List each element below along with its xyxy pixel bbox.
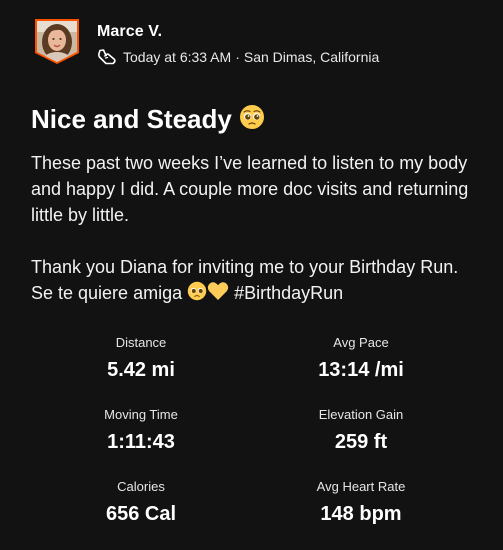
- athlete-name[interactable]: Marce V.: [97, 22, 379, 42]
- stat-value: 5.42 mi: [107, 359, 175, 381]
- stat-label: Distance: [115, 335, 167, 350]
- avatar-image: [35, 19, 79, 64]
- stat-distance: Distance 5.42 mi: [41, 335, 241, 382]
- activity-meta: Today at 6:33 AM · San Dimas, California: [97, 48, 379, 66]
- stat-label: Avg Heart Rate: [316, 479, 406, 494]
- activity-title[interactable]: Nice and Steady: [31, 102, 265, 138]
- stat-value: 13:14 /mi: [318, 359, 404, 381]
- meta-separator: ·: [235, 49, 240, 65]
- stat-label: Calories: [117, 479, 165, 494]
- running-shoe-icon: [97, 48, 117, 66]
- pleading-face-icon: [239, 104, 265, 138]
- description-paragraph: These past two weeks I’ve learned to lis…: [31, 153, 469, 225]
- stat-value: 148 bpm: [320, 503, 402, 525]
- avatar[interactable]: [34, 18, 80, 64]
- stat-avg-pace: Avg Pace 13:14 /mi: [261, 335, 461, 382]
- stat-value: 656 Cal: [105, 503, 177, 525]
- activity-location: San Dimas, California: [243, 49, 380, 65]
- stat-elevation-gain: Elevation Gain 259 ft: [261, 407, 461, 454]
- activity-header: Marce V. Today at 6:33 AM · San Dimas, C…: [34, 18, 379, 66]
- activity-title-text: Nice and Steady: [31, 104, 232, 134]
- activity-description: These past two weeks I’ve learned to lis…: [31, 150, 481, 308]
- activity-timestamp: Today at 6:33 AM: [123, 49, 232, 65]
- stat-label: Elevation Gain: [318, 407, 404, 422]
- stat-avg-heart-rate: Avg Heart Rate 148 bpm: [261, 479, 461, 526]
- description-paragraph: Thank you Diana for inviting me to your …: [31, 254, 481, 308]
- stat-label: Avg Pace: [333, 335, 389, 350]
- yellow-heart-icon: [207, 281, 229, 308]
- stat-value: 259 ft: [334, 431, 388, 453]
- pleading-face-icon: [187, 281, 207, 308]
- hashtag-link[interactable]: #BirthdayRun: [234, 283, 343, 303]
- stat-moving-time: Moving Time 1:11:43: [41, 407, 241, 454]
- stat-calories: Calories 656 Cal: [41, 479, 241, 526]
- stat-label: Moving Time: [104, 407, 178, 422]
- stat-value: 1:11:43: [107, 431, 175, 453]
